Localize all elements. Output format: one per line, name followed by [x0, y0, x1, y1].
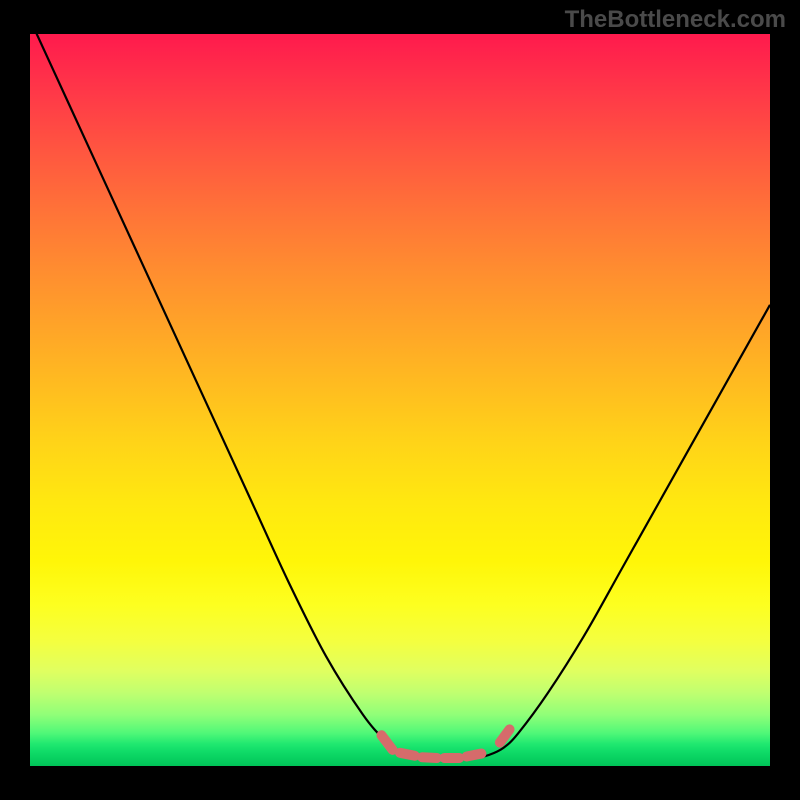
chart-container: TheBottleneck.com [0, 0, 800, 800]
bottleneck-curve [30, 34, 770, 759]
curve-svg [30, 34, 770, 766]
watermark-text: TheBottleneck.com [565, 6, 786, 34]
marker-segment [422, 757, 437, 758]
plot-area [30, 34, 770, 766]
marker-segment [500, 729, 510, 742]
marker-segment [382, 735, 393, 750]
marker-segment [400, 753, 415, 756]
marker-segment [467, 754, 482, 757]
